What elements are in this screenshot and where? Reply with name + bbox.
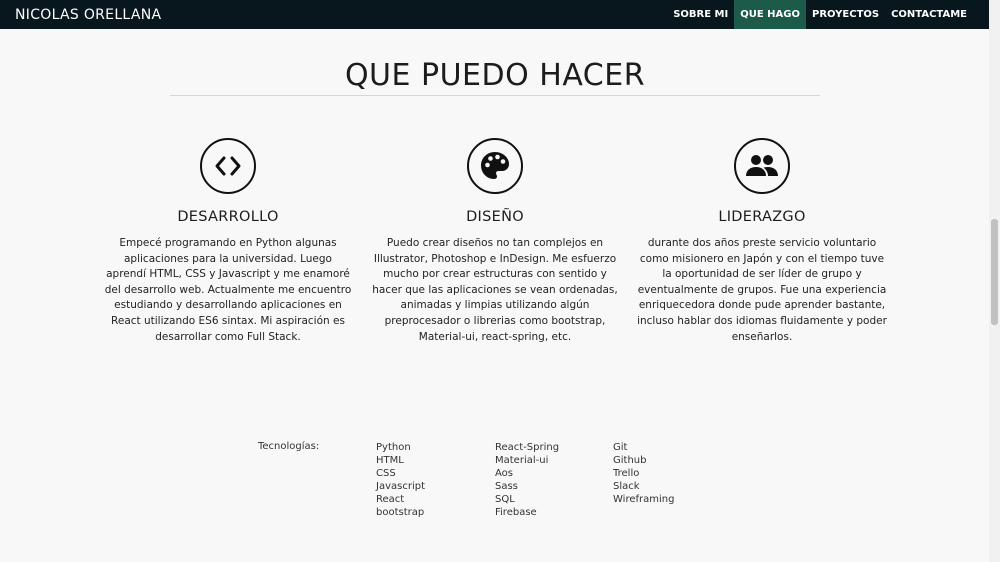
tech-item: React [376,494,405,505]
brand-name[interactable]: NICOLAS ORELLANA [0,7,161,23]
tech-item: Git [613,442,628,453]
tech-item: HTML [376,455,404,466]
tech-list-column: Git Github Trello Slack Wireframing [613,441,674,506]
section-title: QUE PUEDO HACER [344,58,646,93]
title-divider [170,95,820,96]
nav-link-proyectos[interactable]: PROYECTOS [806,0,885,29]
card-title: DESARROLLO [177,209,279,225]
tech-item: Trello [613,468,640,479]
tech-item: Slack [613,481,640,492]
code-icon [200,138,256,194]
tech-item: Python [376,442,411,453]
tech-item: Javascript [376,481,425,492]
nav-link-sobre-mi[interactable]: SOBRE MI [667,0,734,29]
card-description: Puedo crear diseños no tan complejos en … [372,237,618,343]
card-liderazgo: LIDERAZGO durante dos años preste servic… [637,138,887,345]
tech-item: Github [613,455,647,466]
tech-item: Firebase [495,507,537,518]
card-description: Empecé programando en Python algunas apl… [104,237,352,343]
tech-item: React-Spring [495,442,560,453]
card-title: LIDERAZGO [718,209,806,225]
tech-item: Sass [495,481,518,492]
card-title: DISEÑO [466,209,524,225]
tech-item: bootstrap [376,507,425,518]
nav-links: SOBRE MI QUE HAGO PROYECTOS CONTACTAME [667,0,989,29]
people-icon [734,138,790,194]
navbar: NICOLAS ORELLANA SOBRE MI QUE HAGO PROYE… [0,0,989,29]
card-description: durante dos años preste servicio volunta… [637,237,887,343]
palette-icon [467,138,523,194]
tech-list-column: React-Spring Material-ui Aos Sass SQL Fi… [495,441,559,519]
tech-item: Material-ui [495,455,549,466]
tech-item: Aos [495,468,513,479]
nav-link-que-hago[interactable]: QUE HAGO [734,0,806,29]
page-scrollbar[interactable] [989,0,1000,562]
card-diseno: DISEÑO Puedo crear diseños no tan comple… [370,138,620,345]
nav-link-contactame[interactable]: CONTACTAME [885,0,989,29]
tech-item: SQL [495,494,515,505]
tech-list-column: Python HTML CSS Javascript React bootstr… [376,441,425,519]
tech-item: Wireframing [613,494,675,505]
tech-item: CSS [376,468,396,479]
technologies-label: Tecnologías: [258,441,320,452]
card-desarrollo: DESARROLLO Empecé programando en Python … [103,138,353,345]
scrollbar-thumb[interactable] [991,219,998,325]
